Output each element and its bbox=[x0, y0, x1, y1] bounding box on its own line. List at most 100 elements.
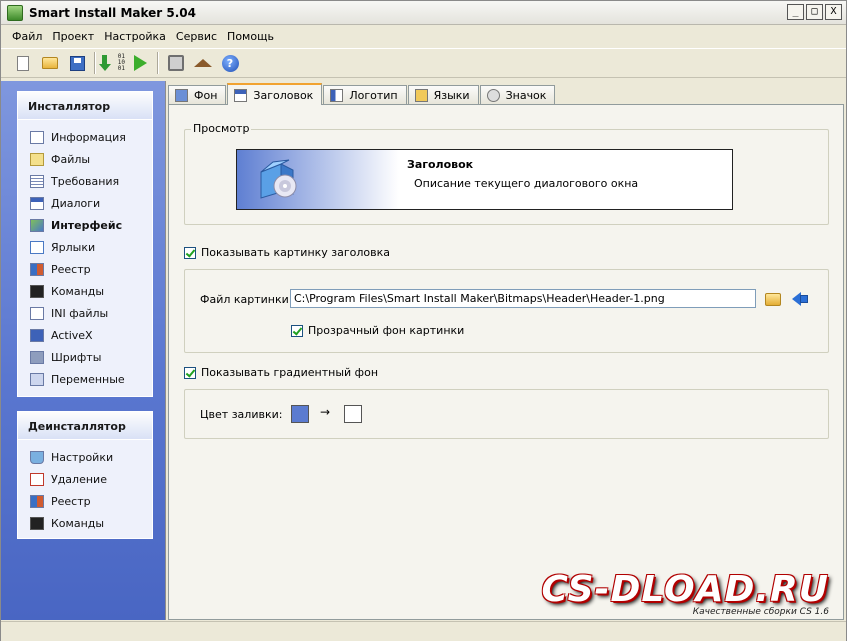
build-button[interactable]: 01 10 01 bbox=[99, 51, 125, 75]
browse-button[interactable] bbox=[764, 290, 782, 308]
image-file-fieldset: Файл картинки: Прозрачный фон картинки bbox=[184, 269, 829, 353]
sidebar-item-label: Переменные bbox=[51, 372, 125, 386]
languages-icon bbox=[414, 89, 428, 102]
fill-color-to-swatch[interactable] bbox=[344, 405, 362, 423]
reset-button[interactable] bbox=[791, 290, 809, 308]
tab-label: Логотип bbox=[349, 89, 398, 102]
activex-icon bbox=[30, 328, 44, 342]
show-header-image-row[interactable]: Показывать картинку заголовка bbox=[184, 246, 390, 259]
transparent-bg-checkbox[interactable] bbox=[291, 324, 303, 337]
badge-icon bbox=[486, 89, 500, 102]
help-button[interactable]: ? bbox=[218, 51, 242, 75]
menu-project[interactable]: Проект bbox=[47, 30, 99, 43]
uninstaller-group-title[interactable]: Деинсталлятор bbox=[18, 412, 152, 440]
sidebar-item[interactable]: Требования bbox=[18, 170, 152, 192]
sidebar-item[interactable]: Диалоги bbox=[18, 192, 152, 214]
open-folder-icon bbox=[42, 57, 58, 69]
sidebar-item[interactable]: Настройки bbox=[18, 446, 152, 468]
sidebar-item[interactable]: Файлы bbox=[18, 148, 152, 170]
watermark-brand: CS-DLOAD.RU bbox=[541, 569, 829, 610]
background-icon bbox=[175, 89, 188, 102]
variables-icon bbox=[30, 372, 44, 386]
sidebar-item[interactable]: Удаление bbox=[18, 468, 152, 490]
status-bar bbox=[1, 621, 846, 641]
interface-icon bbox=[30, 218, 44, 232]
sidebar-item[interactable]: Ярлыки bbox=[18, 236, 152, 258]
watermark: CS-DLOAD.RU Качественные сборки CS 1.6 bbox=[541, 569, 829, 618]
show-header-image-checkbox[interactable] bbox=[184, 246, 196, 259]
sidebar-item[interactable]: Команды bbox=[18, 280, 152, 302]
tab[interactable]: Фон bbox=[168, 85, 227, 105]
app-icon bbox=[7, 4, 23, 21]
tab[interactable]: Языки bbox=[407, 85, 479, 105]
tab-label: Фон bbox=[194, 89, 218, 102]
app-window: Smart Install Maker 5.04 _ □ X Файл Прое… bbox=[0, 0, 847, 641]
close-button[interactable]: X bbox=[825, 4, 842, 20]
sidebar-item-label: Ярлыки bbox=[51, 240, 96, 254]
registry-icon bbox=[30, 262, 44, 276]
menu-settings[interactable]: Настройка bbox=[99, 30, 171, 43]
new-button[interactable] bbox=[11, 51, 35, 75]
sidebar-item[interactable]: Реестр bbox=[18, 258, 152, 280]
show-gradient-row[interactable]: Показывать градиентный фон bbox=[184, 366, 378, 379]
tab[interactable]: Логотип bbox=[323, 85, 407, 105]
sidebar-item-label: ActiveX bbox=[51, 328, 93, 342]
transparent-bg-row[interactable]: Прозрачный фон картинки bbox=[291, 324, 464, 337]
preview-legend: Просмотр bbox=[191, 122, 252, 135]
sidebar-item[interactable]: Шрифты bbox=[18, 346, 152, 368]
tab[interactable]: Значок bbox=[479, 85, 556, 105]
menu-file[interactable]: Файл bbox=[7, 30, 47, 43]
toolbar-separator bbox=[94, 52, 96, 74]
sidebar-item-label: Файлы bbox=[51, 152, 91, 166]
sidebar-item-label: Удаление bbox=[51, 472, 107, 486]
preview-fieldset: Просмотр Заголовок Описание текущего диа… bbox=[184, 122, 829, 225]
title-bar[interactable]: Smart Install Maker 5.04 _ □ X bbox=[1, 1, 846, 25]
sidebar-item[interactable]: Интерфейс bbox=[18, 214, 152, 236]
sidebar-item-label: Команды bbox=[51, 516, 105, 530]
window-controls: _ □ X bbox=[787, 4, 842, 20]
image-file-input[interactable] bbox=[290, 289, 756, 308]
install-box-icon bbox=[260, 159, 297, 199]
sidebar-item[interactable]: INI файлы bbox=[18, 302, 152, 324]
menu-service[interactable]: Сервис bbox=[171, 30, 222, 43]
fill-color-label: Цвет заливки: bbox=[200, 408, 283, 421]
tools-button[interactable] bbox=[164, 51, 188, 75]
preview-title: Заголовок bbox=[407, 158, 474, 171]
sidebar-item[interactable]: Информация bbox=[18, 126, 152, 148]
sidebar-item-label: Диалоги bbox=[51, 196, 101, 210]
sidebar-item-label: Реестр bbox=[51, 494, 91, 508]
menu-bar: Файл Проект Настройка Сервис Помощь bbox=[1, 26, 846, 46]
minimize-button[interactable]: _ bbox=[787, 4, 804, 20]
commands-icon bbox=[30, 516, 44, 530]
fonts-icon bbox=[30, 350, 44, 364]
ini-files-icon bbox=[30, 306, 44, 320]
home-button[interactable] bbox=[191, 51, 215, 75]
help-icon: ? bbox=[221, 54, 239, 72]
sidebar-item-label: Настройки bbox=[51, 450, 114, 464]
fill-color-from-swatch[interactable] bbox=[291, 405, 309, 423]
save-icon bbox=[69, 55, 85, 71]
show-gradient-label: Показывать градиентный фон bbox=[201, 366, 379, 379]
save-button[interactable] bbox=[65, 51, 89, 75]
menu-help[interactable]: Помощь bbox=[222, 30, 279, 43]
info-icon bbox=[30, 130, 44, 144]
tab[interactable]: Заголовок bbox=[227, 83, 323, 105]
new-file-icon bbox=[17, 55, 29, 71]
header-tab-panel: Просмотр Заголовок Описание текущего диа… bbox=[168, 104, 844, 620]
show-header-image-label: Показывать картинку заголовка bbox=[201, 246, 391, 259]
installer-group-title[interactable]: Инсталлятор bbox=[18, 92, 152, 120]
delete-icon bbox=[30, 472, 44, 486]
show-gradient-checkbox[interactable] bbox=[184, 366, 196, 379]
sidebar-item[interactable]: ActiveX bbox=[18, 324, 152, 346]
run-button[interactable] bbox=[128, 51, 152, 75]
sidebar-item-label: Реестр bbox=[51, 262, 91, 276]
toolbar: 01 10 01 ? bbox=[1, 48, 846, 78]
sidebar-item[interactable]: Переменные bbox=[18, 368, 152, 390]
sidebar-item[interactable]: Команды bbox=[18, 512, 152, 534]
sidebar-item[interactable]: Реестр bbox=[18, 490, 152, 512]
maximize-button[interactable]: □ bbox=[806, 4, 823, 20]
sidebar: Инсталлятор Информация Файлы Требования Диа… bbox=[1, 81, 166, 620]
open-button[interactable] bbox=[38, 51, 62, 75]
run-icon bbox=[133, 55, 147, 71]
commands-icon bbox=[30, 284, 44, 298]
